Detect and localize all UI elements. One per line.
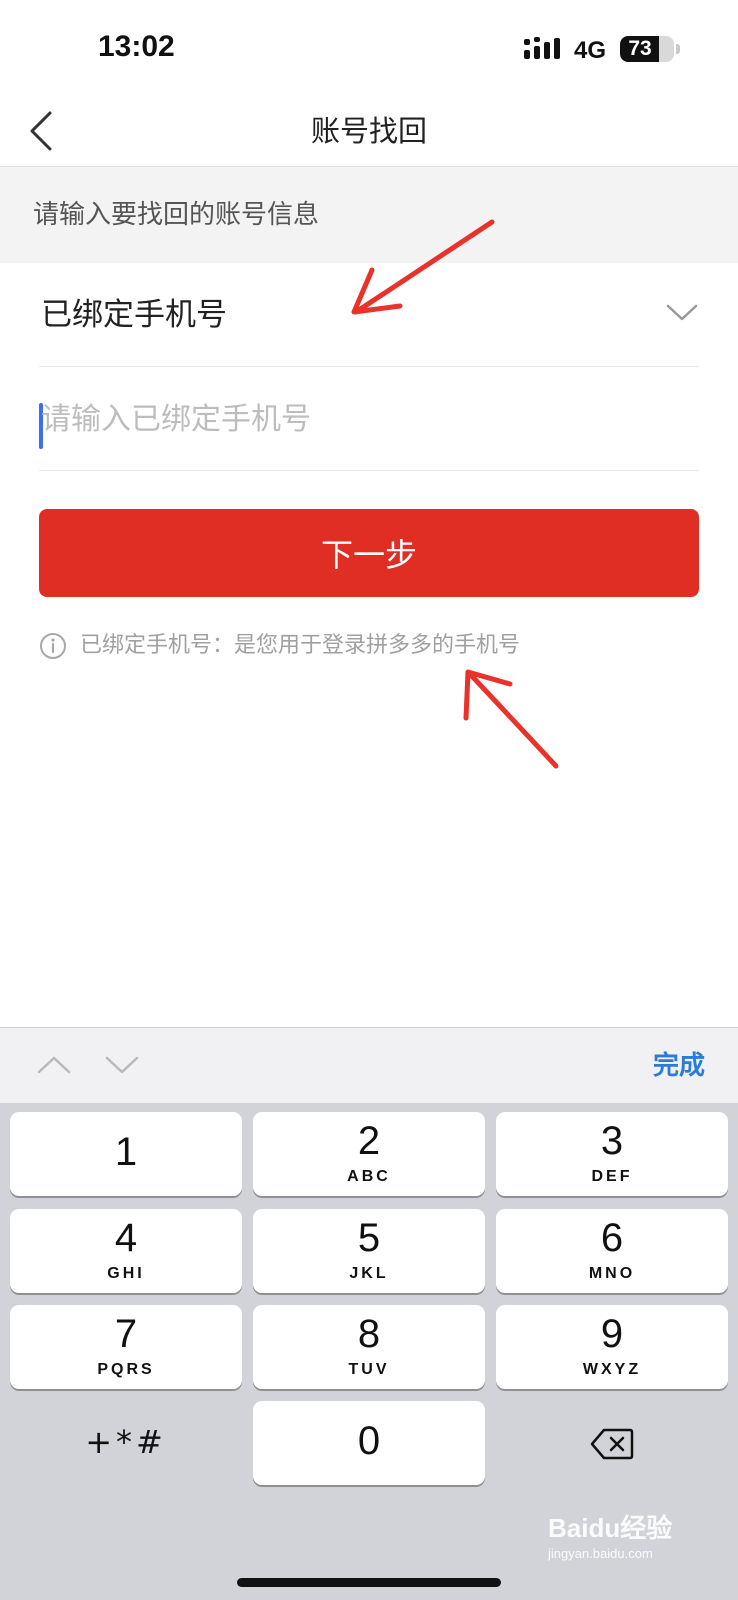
key-letters: MNO: [588, 1265, 636, 1282]
chevron-down-icon: [666, 304, 698, 321]
key-digit: 5: [357, 1216, 381, 1260]
section-header-text: 请输入要找回的账号信息: [33, 200, 320, 230]
key-digit: 0: [357, 1419, 381, 1463]
account-type-select[interactable]: 已绑定手机号: [39, 263, 699, 367]
baidu-watermark: Baidu经验 jingyan.baidu.com: [548, 1508, 698, 1572]
key-8[interactable]: 8 TUV: [253, 1305, 485, 1389]
status-bar: 13:02 4G 73: [0, 0, 738, 95]
nav-bar: 账号找回: [0, 95, 738, 167]
home-indicator: [237, 1578, 501, 1587]
delete-key[interactable]: [496, 1401, 728, 1485]
key-digit: 9: [600, 1312, 624, 1356]
key-digit: 6: [600, 1216, 624, 1260]
key-digit: 4: [114, 1216, 138, 1260]
key-letters: WXYZ: [582, 1361, 642, 1378]
backspace-icon: [590, 1428, 634, 1460]
keyboard-toolbar: 完成: [0, 1027, 738, 1103]
battery-percent: 73: [628, 37, 652, 60]
battery-tip: [676, 44, 680, 54]
previous-field-chevron-up-icon[interactable]: [36, 1050, 72, 1080]
symbols-key[interactable]: +*#: [10, 1401, 242, 1485]
key-2[interactable]: 2 ABC: [253, 1112, 485, 1196]
key-digit: 2: [357, 1119, 381, 1163]
key-letters: PQRS: [97, 1361, 155, 1378]
phone-input-row: [39, 367, 699, 471]
key-3[interactable]: 3 DEF: [496, 1112, 728, 1196]
phone-input[interactable]: [41, 367, 691, 471]
key-letters: DEF: [591, 1168, 633, 1185]
key-digit: 1: [114, 1130, 138, 1174]
key-digit: 7: [114, 1312, 138, 1356]
status-time: 13:02: [98, 30, 175, 63]
signal-icon: [524, 37, 560, 59]
key-digit: 3: [600, 1119, 624, 1163]
battery-icon: 73: [620, 36, 674, 62]
key-9[interactable]: 9 WXYZ: [496, 1305, 728, 1389]
key-1[interactable]: 1: [10, 1112, 242, 1196]
arrow-to-hint: [463, 669, 559, 769]
key-digit: 8: [357, 1312, 381, 1356]
section-header: 请输入要找回的账号信息: [0, 167, 738, 263]
key-letters: GHI: [107, 1265, 145, 1282]
hint-row: 已绑定手机号：是您用于登录拼多多的手机号: [39, 628, 719, 664]
key-5[interactable]: 5 JKL: [253, 1209, 485, 1293]
page-title: 账号找回: [310, 114, 427, 148]
watermark-url: jingyan.baidu.com: [548, 1546, 653, 1561]
key-6[interactable]: 6 MNO: [496, 1209, 728, 1293]
key-letters: ABC: [347, 1168, 391, 1185]
next-field-chevron-down-icon[interactable]: [104, 1050, 140, 1080]
done-button[interactable]: 完成: [653, 1028, 705, 1104]
hint-text: 已绑定手机号：是您用于登录拼多多的手机号: [80, 633, 521, 658]
info-icon: [40, 633, 66, 659]
account-type-label: 已绑定手机号: [41, 297, 227, 333]
key-0[interactable]: 0: [253, 1401, 485, 1485]
key-4[interactable]: 4 GHI: [10, 1209, 242, 1293]
key-letters: JKL: [349, 1265, 389, 1282]
next-step-button[interactable]: 下一步: [39, 509, 699, 597]
watermark-brand: Baidu经验: [548, 1513, 673, 1543]
symbols-label: +*#: [85, 1423, 167, 1461]
key-7[interactable]: 7 PQRS: [10, 1305, 242, 1389]
key-letters: TUV: [348, 1361, 390, 1378]
network-type: 4G: [574, 37, 607, 64]
back-chevron-left-icon[interactable]: [24, 107, 64, 155]
